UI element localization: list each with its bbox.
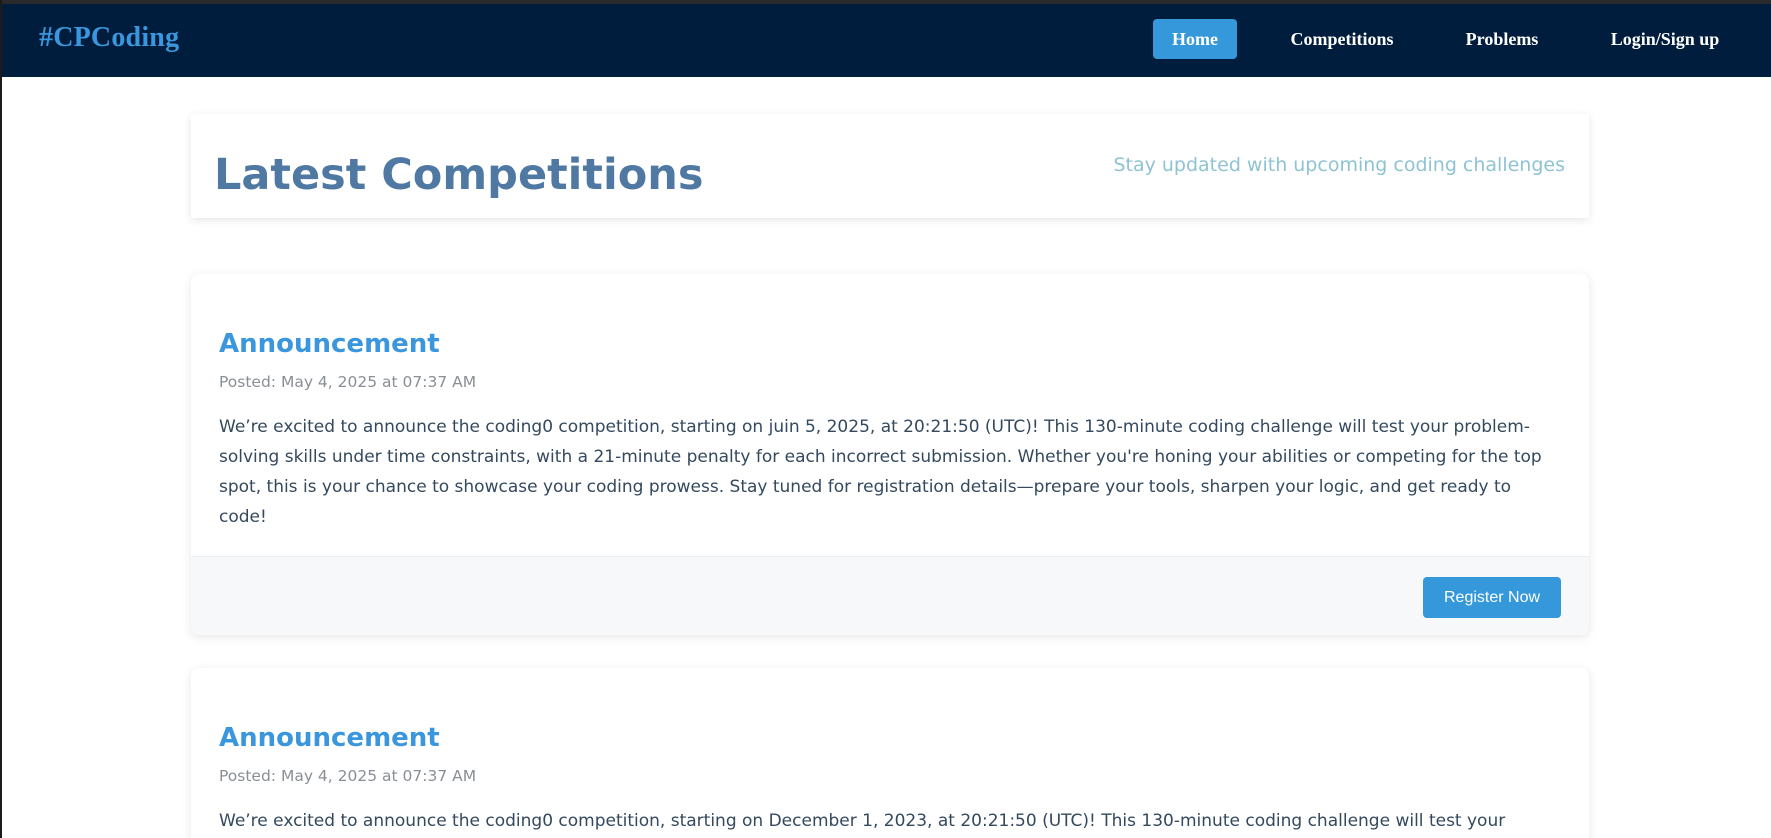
nav-competitions-link[interactable]: Competitions <box>1282 19 1402 59</box>
brand-logo[interactable]: #CPCoding <box>39 22 179 54</box>
page-title: Latest Competitions <box>214 150 704 200</box>
page: #CPCoding Home Competitions Problems Log… <box>0 0 1771 838</box>
announcement-card: Announcement Posted: May 4, 2025 at 07:3… <box>191 274 1589 635</box>
top-navbar: #CPCoding Home Competitions Problems Log… <box>2 0 1771 77</box>
announcement-title: Announcement <box>219 723 440 753</box>
announcement-footer: Register Now <box>191 556 1589 635</box>
page-subtitle: Stay updated with upcoming coding challe… <box>1113 154 1565 176</box>
nav-problems-link[interactable]: Problems <box>1460 19 1544 59</box>
announcement-body: We’re excited to announce the coding0 co… <box>219 417 1542 527</box>
page-header-card: Latest Competitions Stay updated with up… <box>191 114 1589 218</box>
announcement-title: Announcement <box>219 329 440 359</box>
nav-login-signup-link[interactable]: Login/Sign up <box>1605 19 1725 59</box>
announcement-posted-date: Posted: May 4, 2025 at 07:37 AM <box>219 767 477 785</box>
announcement-body: We’re excited to announce the coding0 co… <box>219 811 1506 831</box>
nav-home-link[interactable]: Home <box>1153 19 1237 59</box>
announcement-posted-date: Posted: May 4, 2025 at 07:37 AM <box>219 373 477 391</box>
announcement-card: Announcement Posted: May 4, 2025 at 07:3… <box>191 668 1589 838</box>
register-now-button[interactable]: Register Now <box>1423 577 1561 618</box>
